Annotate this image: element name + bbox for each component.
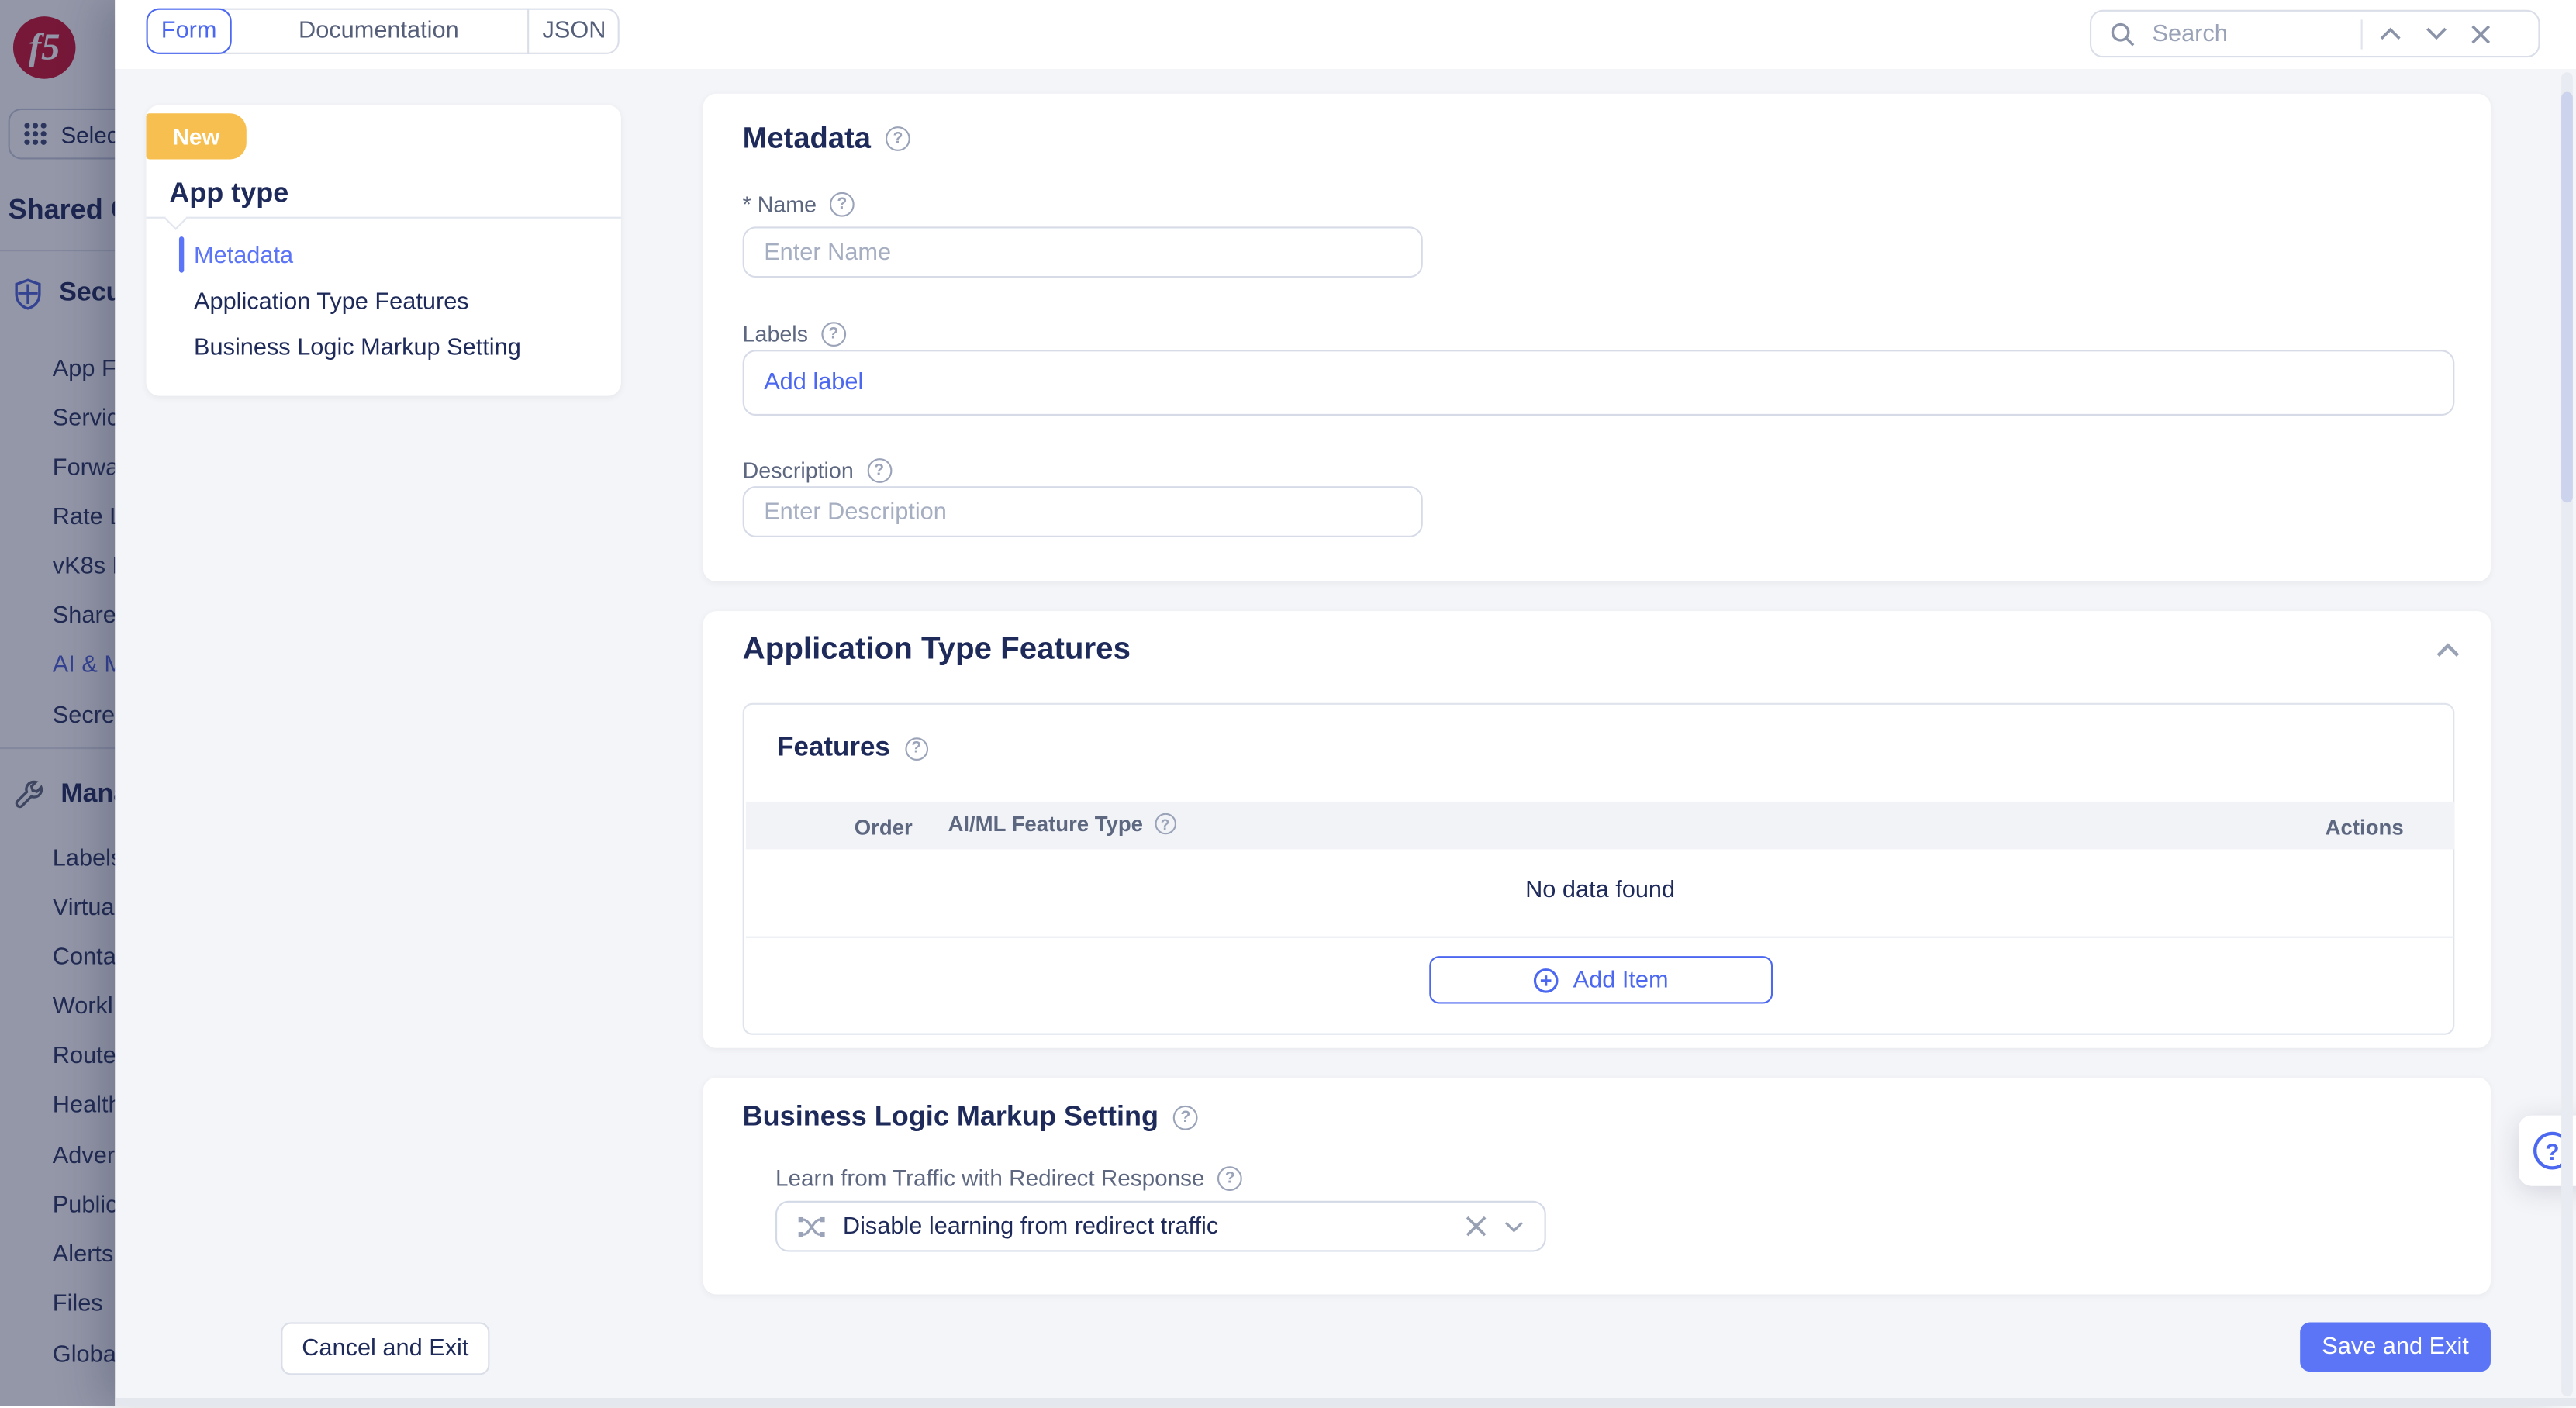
add-item-label: Add Item (1573, 967, 1669, 993)
collapse-chevron-icon[interactable] (2435, 642, 2461, 658)
nav-notch (164, 207, 188, 230)
labels-label-row: Labels ? (743, 322, 846, 347)
features-box: Features ? Order AI/ML Feature Type ? Ac… (743, 703, 2455, 1035)
metadata-heading-row: Metadata ? (743, 122, 910, 156)
chevron-up-icon[interactable] (2379, 26, 2402, 41)
active-item-bar (179, 236, 184, 273)
wizard-nav-item-business-logic[interactable]: Business Logic Markup Setting (194, 335, 521, 361)
chevron-down-icon[interactable] (2425, 26, 2448, 41)
labels-label: Labels (743, 322, 808, 347)
shuffle-icon (797, 1213, 827, 1240)
column-header-actions: Actions (2326, 815, 2404, 840)
tab-form[interactable]: Form (147, 9, 232, 54)
add-label-button[interactable]: Add label (764, 370, 863, 396)
business-heading-row: Business Logic Markup Setting ? (743, 1101, 1198, 1134)
tab-json[interactable]: JSON (527, 9, 620, 54)
section-title: Metadata (743, 122, 871, 156)
features-title: Features (777, 733, 890, 764)
help-icon[interactable]: ? (1155, 813, 1176, 835)
scrollbar-thumb[interactable] (2561, 92, 2573, 503)
help-icon[interactable]: ? (830, 192, 855, 217)
empty-table-message: No data found (744, 877, 2457, 903)
help-icon[interactable]: ? (886, 126, 910, 151)
help-icon[interactable]: ? (821, 322, 846, 347)
column-header-feature-type: AI/ML Feature Type ? (948, 812, 1176, 837)
wizard-nav-item-features[interactable]: Application Type Features (194, 289, 469, 316)
wizard-nav-card: New App type Metadata Application Type F… (147, 105, 621, 396)
name-input[interactable] (743, 226, 1423, 278)
redirect-dropdown[interactable]: Disable learning from redirect traffic (775, 1201, 1546, 1252)
help-icon[interactable]: ? (1217, 1165, 1242, 1190)
section-title: Application Type Features (743, 633, 1131, 669)
divider (147, 217, 621, 219)
help-icon[interactable]: ? (1173, 1105, 1198, 1130)
description-input[interactable] (743, 486, 1423, 537)
table-header-row: Order AI/ML Feature Type ? Actions (746, 802, 2454, 849)
modal-dim-overlay (0, 0, 115, 1406)
chevron-down-icon[interactable] (1504, 1220, 1525, 1233)
bottom-edge-strip (115, 1398, 2576, 1406)
metadata-card: Metadata ? * Name ? Labels ? Add label D… (703, 94, 2491, 581)
features-card: Application Type Features Features ? Ord… (703, 611, 2491, 1048)
clear-icon[interactable] (1466, 1216, 1487, 1237)
features-heading-row: Features ? (777, 733, 927, 764)
section-title: Business Logic Markup Setting (743, 1101, 1159, 1134)
search-icon (2109, 20, 2136, 47)
plus-circle-icon (1534, 967, 1560, 993)
search-bar (2090, 10, 2540, 57)
app-root: f5 Selec Shared C Secu App Fi (0, 0, 2576, 1406)
search-divider (2361, 19, 2363, 48)
description-label: Description (743, 458, 854, 483)
add-item-button[interactable]: Add Item (1429, 956, 1773, 1003)
name-label: * Name (743, 192, 817, 217)
help-icon[interactable]: ? (867, 458, 892, 483)
save-and-exit-button[interactable]: Save and Exit (2300, 1323, 2491, 1372)
name-label-row: * Name ? (743, 192, 855, 217)
redirect-label-row: Learn from Traffic with Redirect Respons… (775, 1165, 1242, 1191)
description-label-row: Description ? (743, 458, 892, 483)
labels-container: Add label (743, 350, 2455, 416)
cancel-and-exit-button[interactable]: Cancel and Exit (281, 1323, 489, 1375)
dropdown-value: Disable learning from redirect traffic (843, 1213, 1449, 1240)
divider (746, 937, 2454, 938)
help-icon[interactable]: ? (905, 737, 928, 760)
column-header-order: Order (855, 815, 913, 840)
search-input[interactable] (2149, 19, 2360, 48)
business-logic-card: Business Logic Markup Setting ? Learn fr… (703, 1078, 2491, 1295)
status-badge-new: New (147, 113, 247, 159)
wizard-nav-item-metadata[interactable]: Metadata (194, 243, 293, 270)
redirect-field-label: Learn from Traffic with Redirect Respons… (775, 1165, 1204, 1191)
close-icon[interactable] (2471, 24, 2491, 43)
tab-documentation[interactable]: Documentation (230, 9, 527, 54)
wizard-title: App type (169, 178, 288, 210)
